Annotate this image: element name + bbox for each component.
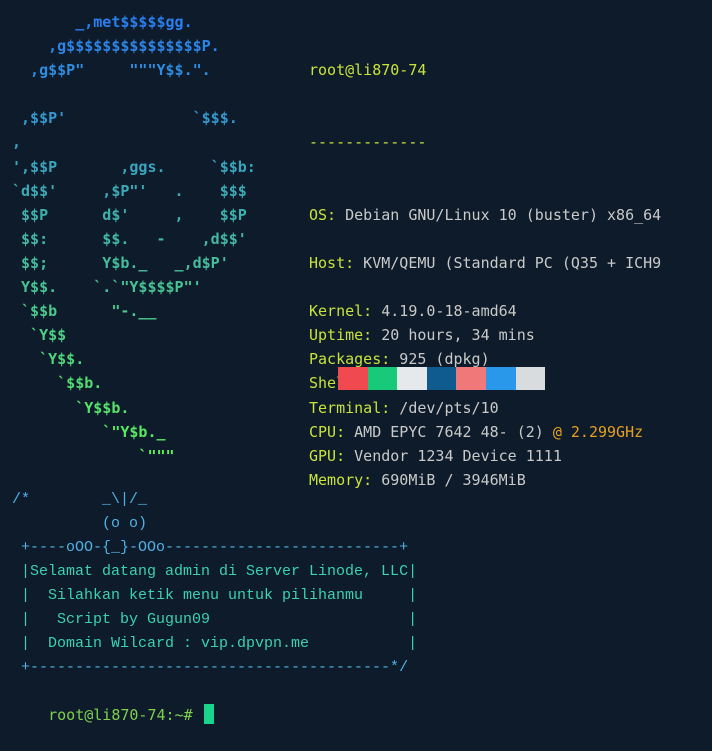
logo-line: $$P d$' , $$P [21, 205, 247, 224]
banner-line: | Domain Wilcard : vip.dpvpn.me | [21, 635, 418, 652]
info-row: OS: Debian GNU/Linux 10 (buster) x86_64 [309, 203, 661, 227]
info-value: KVM/QEMU (Standard PC (Q35 + ICH9 [354, 253, 662, 272]
info-label: Host: [309, 253, 355, 272]
info-row [309, 275, 661, 299]
color-swatch [485, 367, 516, 390]
info-row: Kernel: 4.19.0-18-amd64 [309, 299, 661, 323]
banner-line: | Silahkan ketik menu untuk pilihanmu | [21, 587, 418, 604]
text-cursor [203, 704, 214, 724]
info-value: 20 hours, 34 mins [372, 326, 535, 345]
info-row: Terminal: /dev/pts/10 [309, 396, 661, 420]
color-swatch [367, 367, 398, 390]
logo-line: ',$$P ,ggs. `$$b: [12, 157, 256, 176]
info-label: CPU: [309, 422, 346, 441]
logo-line: `$$b "-.__ [21, 302, 157, 321]
info-label: GPU: [309, 446, 346, 465]
info-row [309, 227, 661, 251]
separator-line: ------------- [309, 133, 427, 152]
banner-line: |Selamat datang admin di Server Linode, … [21, 563, 418, 580]
info-value: /dev/pts/10 [390, 398, 499, 417]
info-value: 925 (dpkg) [390, 350, 490, 369]
logo-line: `$$b. [57, 374, 103, 393]
info-value: Debian GNU/Linux 10 (buster) x86_64 [336, 205, 662, 224]
info-value: AMD EPYC 7642 48- (2) [345, 422, 553, 441]
info-label: Memory: [309, 470, 373, 489]
logo-line: ,g$$P" """Y$$.". [30, 61, 211, 80]
user-host-label: root@li870-74 [309, 61, 427, 80]
color-palette [338, 367, 546, 390]
info-label: Terminal: [309, 398, 391, 417]
shell-prompt: root@li870-74:~# [48, 706, 202, 724]
banner-line: (o o) [102, 515, 148, 532]
info-label: Packages: [309, 350, 391, 369]
logo-line: ,$$P' `$$$. [21, 109, 238, 128]
banner-line: +---------------------------------------… [12, 659, 409, 676]
info-label: Uptime: [309, 326, 373, 345]
logo-line: `""" [12, 446, 175, 465]
info-row: Host: KVM/QEMU (Standard PC (Q35 + ICH9 [309, 251, 661, 275]
color-swatch [456, 367, 486, 390]
info-value: Vendor 1234 Device 1111 [345, 446, 562, 465]
color-swatch [426, 367, 457, 390]
cpu-frequency: @ 2.299GHz [552, 422, 644, 441]
color-swatch [515, 367, 546, 390]
logo-line: `d$$' ,$P"' . $$$ [12, 181, 247, 200]
logo-line: _,met$$$$$gg. [75, 13, 193, 31]
logo-line: $$: $$. - ,d$$' [21, 229, 247, 248]
color-swatch [338, 367, 368, 390]
logo-line: `Y$$ [30, 326, 67, 345]
logo-line: `Y$$. [39, 350, 85, 369]
info-label: Kernel: [309, 302, 373, 321]
welcome-banner: /* _\|/_ (o o) +----oOO-{_}-OOo---------… [12, 488, 417, 680]
logo-line: `Y$$b. [75, 398, 130, 417]
banner-line: | Script by Gugun09 | [21, 611, 418, 628]
info-value: 690MiB / 3946MiB [372, 470, 526, 489]
logo-line: ,g$$$$$$$$$$$$$$$P. [48, 37, 220, 56]
info-row: GPU: Vendor 1234 Device 1111 [309, 444, 661, 468]
info-label: OS: [309, 205, 337, 224]
logo-line: , [12, 133, 22, 152]
banner-line: +----oOO-{_}-OOo------------------------… [21, 539, 409, 556]
debian-logo-ascii-art: _,met$$$$$gg. ,g$$$$$$$$$$$$$$$P. ,g$$P"… [12, 10, 256, 468]
logo-line: `"Y$b._ [102, 422, 166, 441]
logo-line: Y$$. `.`"Y$$$$P"' [21, 278, 202, 297]
logo-line: $$; Y$b._ _,d$P' [21, 253, 229, 272]
info-value: 4.19.0-18-amd64 [372, 302, 517, 321]
color-swatch [397, 367, 427, 390]
system-info-panel: root@li870-74 ------------- OS: Debian G… [309, 10, 661, 540]
info-row: Uptime: 20 hours, 34 mins [309, 323, 661, 347]
shell-prompt-line[interactable]: root@li870-74:~# [12, 679, 214, 751]
terminal-window[interactable]: _,met$$$$$gg. ,g$$$$$$$$$$$$$$$P. ,g$$P"… [0, 0, 712, 724]
info-row: CPU: AMD EPYC 7642 48- (2) @ 2.299GHz [309, 420, 661, 444]
banner-line: /* _\|/_ [12, 491, 148, 508]
